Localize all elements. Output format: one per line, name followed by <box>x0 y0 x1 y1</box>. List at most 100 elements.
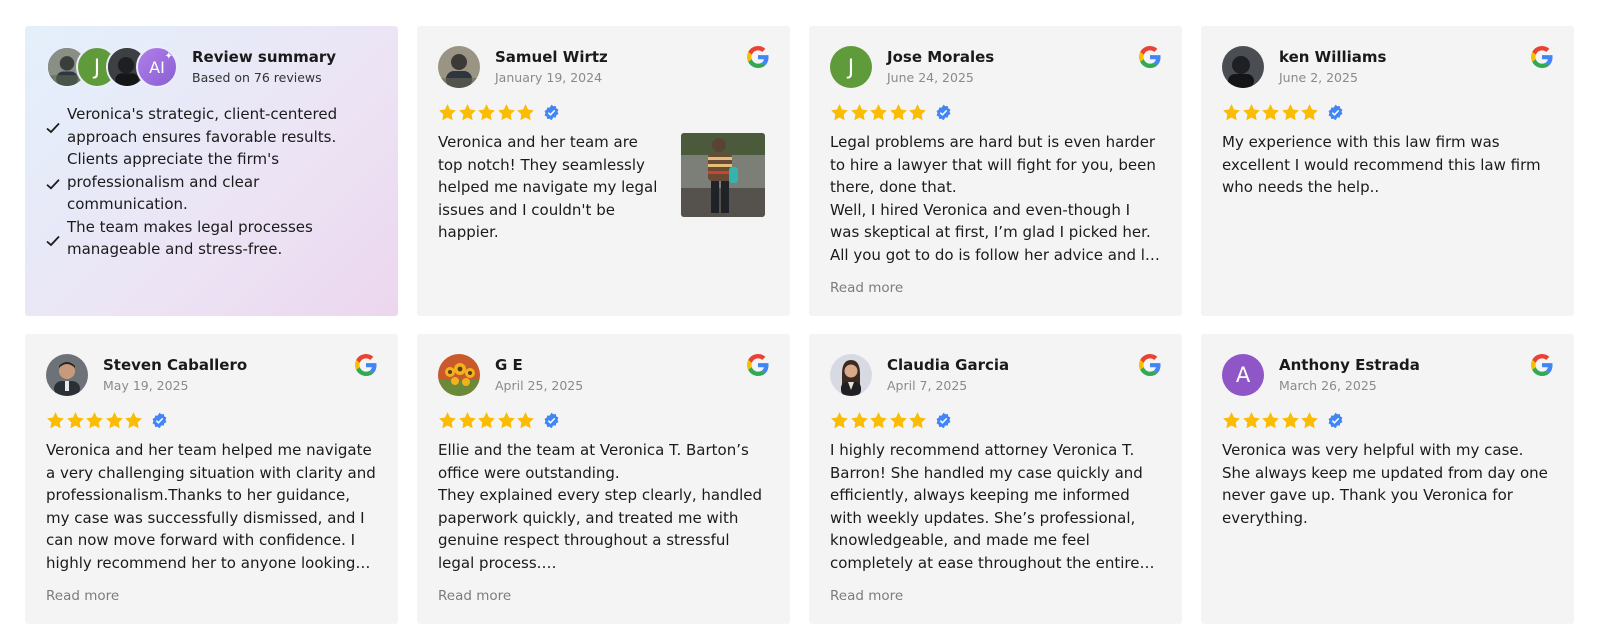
reviewer-name: G E <box>495 355 523 374</box>
ai-avatar: AI ✦ <box>136 46 178 88</box>
review-text: Veronica was very helpful with my case. … <box>1222 441 1548 527</box>
google-icon[interactable] <box>1531 46 1553 68</box>
read-more-link[interactable]: Read more <box>438 588 511 604</box>
review-card: Samuel Wirtz January 19, 2024 Veronica a… <box>417 26 790 316</box>
reviewer-avatar <box>1222 46 1264 88</box>
read-more-link[interactable]: Read more <box>830 280 903 296</box>
verified-badge-icon <box>544 412 558 428</box>
google-icon[interactable] <box>747 354 769 376</box>
star-icon <box>1301 103 1318 120</box>
summary-avatar-stack: J AI ✦ <box>46 46 178 88</box>
star-icon <box>439 103 456 120</box>
star-icon <box>458 103 476 120</box>
star-icon <box>125 411 142 428</box>
star-icon <box>1223 411 1240 428</box>
star-icon <box>909 103 926 120</box>
star-rating <box>830 101 1161 123</box>
review-text: Veronica and her team are top notch! The… <box>438 133 658 241</box>
star-icon <box>1262 411 1279 428</box>
check-icon <box>46 122 60 134</box>
review-date: March 26, 2025 <box>1279 377 1377 393</box>
star-icon <box>478 411 495 428</box>
star-icon <box>517 411 534 428</box>
review-card: A Anthony Estrada March 26, 2025 Veronic… <box>1201 334 1574 624</box>
google-icon[interactable] <box>1139 46 1161 68</box>
star-icon <box>105 411 123 428</box>
star-rating <box>438 409 769 431</box>
review-card: Steven Caballero May 19, 2025 Veronica a… <box>25 334 398 624</box>
star-rating <box>1222 101 1553 123</box>
star-icon <box>850 411 868 428</box>
review-card: ken Williams June 2, 2025 My experience … <box>1201 26 1574 316</box>
read-more-link[interactable]: Read more <box>830 588 903 604</box>
check-icon <box>46 235 60 246</box>
review-card: J Jose Morales June 24, 2025 Legal probl… <box>809 26 1182 316</box>
verified-badge-icon <box>936 104 950 120</box>
summary-subtitle: Based on 76 reviews <box>192 69 322 85</box>
star-icon <box>889 411 907 428</box>
star-icon <box>1242 411 1260 428</box>
reviewer-avatar <box>46 354 88 396</box>
reviewer-avatar: J <box>830 46 872 88</box>
star-icon <box>1223 103 1240 120</box>
star-rating <box>438 101 769 123</box>
sparkle-icon: ✦ <box>164 50 173 62</box>
reviewer-name: Claudia Garcia <box>887 355 1010 374</box>
verified-badge-icon <box>544 104 558 120</box>
star-icon <box>86 411 103 428</box>
review-date: June 2, 2025 <box>1279 69 1358 85</box>
reviewer-name: Anthony Estrada <box>1279 355 1420 374</box>
star-icon <box>1301 411 1318 428</box>
reviewer-name: Steven Caballero <box>103 355 248 374</box>
verified-badge-icon <box>1328 412 1342 428</box>
review-date: June 24, 2025 <box>887 69 974 85</box>
star-rating <box>830 409 1161 431</box>
review-text: I highly recommend attorney Veronica T. … <box>830 441 1155 572</box>
verified-badge-icon <box>152 412 166 428</box>
reviewer-name: Samuel Wirtz <box>495 47 608 66</box>
review-text: Legal problems are hard but is even hard… <box>830 133 1161 264</box>
star-icon <box>889 103 907 120</box>
reviewer-avatar: A <box>1222 354 1264 396</box>
star-icon <box>458 411 476 428</box>
star-icon <box>1262 103 1279 120</box>
star-icon <box>831 103 848 120</box>
star-icon <box>47 411 64 428</box>
review-card: G E April 25, 2025 Ellie and the team at… <box>417 334 790 624</box>
star-icon <box>850 103 868 120</box>
summary-bullet: Veronica's strategic, client-centered ap… <box>46 103 377 148</box>
google-icon[interactable] <box>1531 354 1553 376</box>
star-icon <box>1281 411 1299 428</box>
star-rating <box>1222 409 1553 431</box>
review-date: April 7, 2025 <box>887 377 968 393</box>
summary-header: J AI ✦ Review summary Based on 76 reviews <box>46 46 377 88</box>
review-summary-card: J AI ✦ Review summary Based on 76 reviews… <box>25 26 398 316</box>
reviewer-avatar <box>438 46 480 88</box>
google-icon[interactable] <box>1139 354 1161 376</box>
review-text: Veronica and her team helped me navigate… <box>46 441 376 572</box>
star-rating <box>46 409 377 431</box>
google-icon[interactable] <box>355 354 377 376</box>
star-icon <box>909 411 926 428</box>
reviewer-avatar <box>438 354 480 396</box>
summary-bullet: Clients appreciate the firm's profession… <box>46 148 377 216</box>
reviewer-name: Jose Morales <box>887 47 995 66</box>
reviewer-avatar <box>830 354 872 396</box>
star-icon <box>1281 103 1299 120</box>
summary-bullet: The team makes legal processes manageabl… <box>46 216 377 261</box>
star-icon <box>870 103 887 120</box>
review-card: Claudia Garcia April 7, 2025 I highly re… <box>809 334 1182 624</box>
review-photo[interactable] <box>681 133 765 217</box>
read-more-link[interactable]: Read more <box>46 588 119 604</box>
star-icon <box>497 103 515 120</box>
star-icon <box>497 411 515 428</box>
star-icon <box>478 103 495 120</box>
verified-badge-icon <box>1328 104 1342 120</box>
star-icon <box>439 411 456 428</box>
review-date: January 19, 2024 <box>495 69 603 85</box>
star-icon <box>831 411 848 428</box>
check-icon <box>46 179 60 190</box>
reviews-grid: J AI ✦ Review summary Based on 76 reviews… <box>25 26 1575 626</box>
google-icon[interactable] <box>747 46 769 68</box>
review-date: April 25, 2025 <box>495 377 584 393</box>
